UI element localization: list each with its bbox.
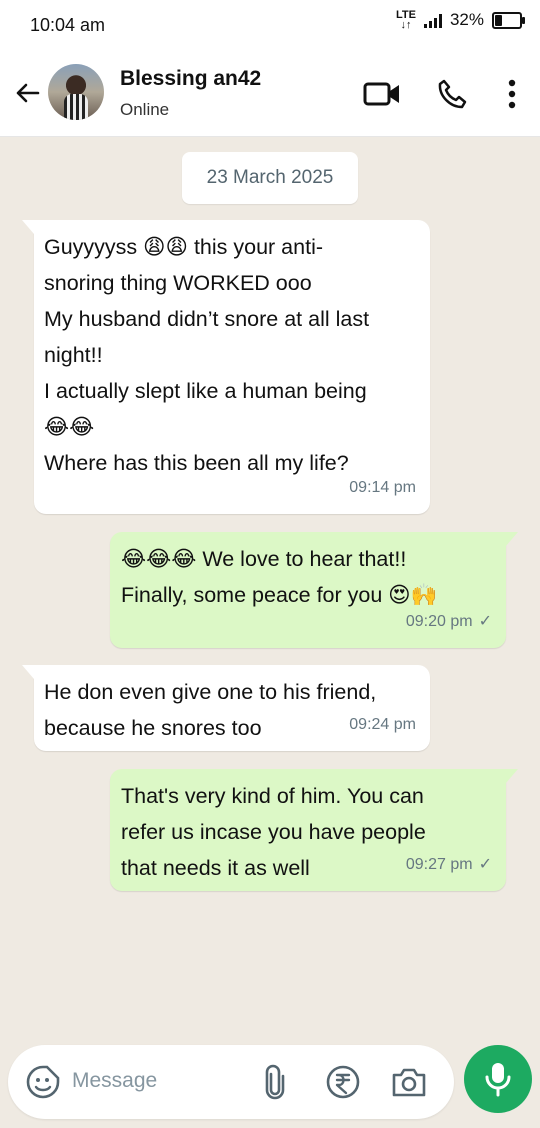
back-arrow-icon[interactable] xyxy=(12,78,42,108)
message-meta: 09:20 pm ✓ xyxy=(406,604,492,640)
message-outgoing[interactable]: That's very kind of him. You can refer u… xyxy=(110,769,518,891)
message-time: 09:14 pm xyxy=(349,479,416,496)
status-bar: 10:04 am LTE ↓↑ 32% xyxy=(0,0,540,52)
signal-icon xyxy=(423,12,442,28)
video-call-icon[interactable] xyxy=(362,76,402,112)
more-options-icon[interactable] xyxy=(492,76,532,112)
message-time: 09:27 pm xyxy=(405,856,473,873)
tick-icon: ✓ xyxy=(478,856,492,873)
tick-icon: ✓ xyxy=(478,613,492,630)
chat-area[interactable]: 23 March 2025 Guyyyyss 😩😩 this your anti… xyxy=(0,137,540,1037)
mic-button[interactable] xyxy=(464,1045,532,1113)
message-incoming[interactable]: He don even give one to his friend, beca… xyxy=(22,665,430,751)
battery-icon xyxy=(492,11,525,29)
battery-percent: 32% xyxy=(449,10,484,29)
message-input[interactable]: Message xyxy=(72,1069,157,1093)
message-meta: 09:24 pm xyxy=(349,707,416,743)
camera-icon[interactable] xyxy=(390,1063,428,1101)
chat-header: Blessing an42 Online xyxy=(0,52,540,137)
message-text: 😂😂😂 We love to hear that!! Finally, some… xyxy=(121,547,438,607)
contact-name[interactable]: Blessing an42 xyxy=(120,67,261,91)
rupee-payment-icon[interactable] xyxy=(324,1063,362,1101)
network-type: LTE ↓↑ xyxy=(396,9,416,31)
status-time: 10:04 am xyxy=(30,15,106,35)
message-incoming[interactable]: Guyyyyss 😩😩 this your anti- snoring thin… xyxy=(22,220,430,514)
attach-icon[interactable] xyxy=(256,1063,294,1101)
message-time: 09:20 pm xyxy=(405,613,473,630)
message-meta: 09:14 pm xyxy=(349,470,416,506)
phone-icon[interactable] xyxy=(432,76,472,112)
sticker-icon[interactable] xyxy=(24,1063,62,1101)
message-composer[interactable]: Message xyxy=(8,1045,454,1119)
message-meta: 09:27 pm ✓ xyxy=(406,847,492,883)
avatar[interactable] xyxy=(48,64,104,120)
contact-status: Online xyxy=(120,100,170,119)
mic-icon xyxy=(485,1063,511,1097)
message-time: 09:24 pm xyxy=(349,716,416,733)
message-text: Guyyyyss 😩😩 this your anti- snoring thin… xyxy=(44,235,370,475)
message-outgoing[interactable]: 😂😂😂 We love to hear that!! Finally, some… xyxy=(110,532,518,648)
status-indicators: LTE ↓↑ 32% xyxy=(396,9,525,31)
date-chip: 23 March 2025 xyxy=(182,152,358,204)
